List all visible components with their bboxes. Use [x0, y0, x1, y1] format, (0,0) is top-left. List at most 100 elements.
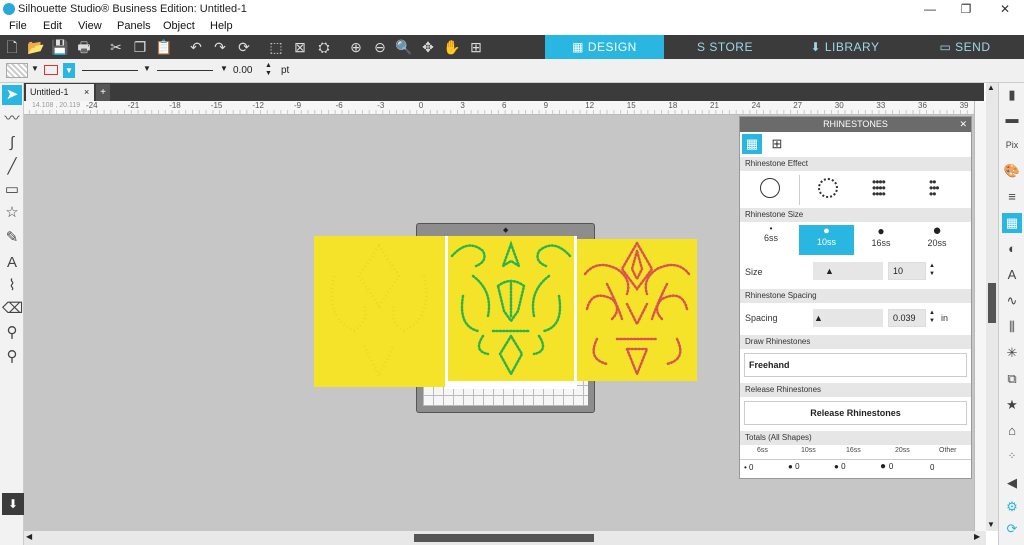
curve-tool-icon[interactable]: ∫ [2, 133, 22, 153]
size-spinner-icon[interactable]: ▲ ▼ [929, 262, 935, 278]
scroll-right-icon[interactable]: ▶ [974, 532, 980, 541]
open-folder-icon[interactable]: 📂 [26, 37, 46, 57]
redo-icon[interactable]: ↷ [210, 37, 230, 57]
zoom-out-icon[interactable]: ⊖ [370, 37, 390, 57]
line-style-dropdown-icon[interactable]: ▼ [143, 64, 151, 73]
paste-icon[interactable]: 📋 [154, 37, 174, 57]
line-weight-dropdown-icon[interactable]: ▼ [220, 64, 228, 73]
panel-close-icon[interactable]: ✕ [959, 117, 967, 132]
rhinestone-dots-icon[interactable]: ⁘ [1002, 447, 1022, 467]
page-setup-icon[interactable]: ▮ [1002, 85, 1022, 105]
scroll-left-icon[interactable]: ◀ [26, 532, 32, 541]
library-panel-toggle-icon[interactable]: ⬇ [2, 493, 24, 515]
move-icon[interactable]: ✥ [418, 37, 438, 57]
minimize-button[interactable]: — [922, 2, 938, 16]
edit-points-icon[interactable]: 〰 [2, 109, 22, 129]
eraser-tool-icon[interactable]: ⌫ [2, 299, 23, 319]
line-width-input[interactable]: 0.00 [233, 63, 263, 79]
spacing-spinner-icon[interactable]: ▲ ▼ [929, 309, 935, 325]
menu-panels[interactable]: Panels [117, 20, 151, 32]
select-by-color-icon[interactable]: ⛭ [314, 37, 334, 57]
scroll-down-icon[interactable]: ▼ [987, 520, 995, 529]
design-tile-center[interactable] [448, 236, 574, 381]
scroll-up-icon[interactable]: ▲ [987, 83, 995, 92]
freehand-button[interactable]: Freehand [744, 353, 967, 377]
vertical-scroll-thumb[interactable] [988, 283, 996, 323]
rectangle-tool-icon[interactable]: ▭ [2, 180, 22, 200]
fill-color-icon[interactable]: ▬ [1002, 109, 1022, 129]
line-color-swatch[interactable] [44, 65, 58, 75]
select-all-icon[interactable]: ⬚ [266, 37, 286, 57]
trace-icon[interactable]: ⌂ [1002, 421, 1022, 441]
line-width-spinner-icon[interactable]: ▲ ▼ [265, 62, 272, 78]
document-tab-close-icon[interactable]: × [84, 84, 89, 101]
fill-pattern-icon[interactable]: 🎨 [1002, 161, 1022, 181]
effect-none-icon[interactable] [760, 178, 780, 198]
rhinestone-icon[interactable]: ▦ [1002, 213, 1022, 233]
spacing-input[interactable]: 0.039 [888, 309, 926, 327]
replicate-icon[interactable]: ⧉ [1002, 369, 1022, 389]
sketch-icon[interactable]: ∿ [1002, 291, 1022, 311]
size-20ss-option[interactable]: ● 20ss [916, 223, 958, 254]
deselect-icon[interactable]: ⊠ [290, 37, 310, 57]
design-tile-right[interactable] [577, 239, 697, 381]
undo-icon[interactable]: ↶ [186, 37, 206, 57]
document-tab[interactable]: Untitled-1 × [26, 84, 94, 101]
favorites-star-icon[interactable]: ★ [1002, 395, 1022, 415]
text-style-icon[interactable]: A [1002, 265, 1022, 285]
size-slider[interactable]: ▲ [813, 262, 883, 280]
add-document-button[interactable]: + [96, 84, 110, 101]
transform-icon[interactable]: ✳ [1002, 343, 1022, 363]
maximize-button[interactable]: ❐ [958, 2, 974, 16]
select-tool-icon[interactable]: ➤ [2, 85, 22, 105]
size-10ss-option[interactable]: ● 10ss [799, 225, 854, 255]
spacing-slider[interactable]: ▲ [813, 309, 883, 327]
line-color-dropdown-icon[interactable]: ▼ [63, 63, 75, 78]
settings-gear-icon[interactable]: ⚙ [1002, 497, 1022, 517]
pan-hand-icon[interactable]: ✋ [442, 37, 462, 57]
fill-pattern-swatch[interactable] [6, 63, 28, 78]
effect-scatter-fill-icon[interactable]: •• ••• •• [929, 176, 940, 200]
effect-grid-fill-icon[interactable]: •••• •••• •••• [872, 176, 886, 200]
star-tool-icon[interactable]: ☆ [2, 203, 22, 223]
vertical-scrollbar[interactable]: ▲ ▼ [986, 83, 998, 531]
new-document-icon[interactable]: 🗋 [2, 37, 22, 57]
collapse-arrow-icon[interactable]: ◀ [1002, 473, 1022, 493]
cut-icon[interactable]: ✂ [106, 37, 126, 57]
size-input[interactable]: 10 [888, 262, 926, 280]
zoom-select-icon[interactable]: 🔍 [394, 37, 414, 57]
tab-design[interactable]: ▦ DESIGN [545, 35, 664, 59]
effect-outline-icon[interactable] [818, 178, 838, 198]
line-style-preview[interactable] [82, 70, 138, 71]
pixscan-icon[interactable]: Pix [1002, 135, 1022, 155]
zoom-in-icon[interactable]: ⊕ [346, 37, 366, 57]
horizontal-scrollbar[interactable]: ◀ ▶ [24, 531, 986, 545]
tab-library[interactable]: ⬇ LIBRARY [786, 35, 904, 59]
menu-file[interactable]: File [9, 20, 27, 32]
line-tool-icon[interactable]: ╱ [2, 157, 22, 177]
rhinestone-tab-icon[interactable]: ▦ [742, 134, 762, 154]
size-6ss-option[interactable]: • 6ss [750, 224, 792, 254]
redraw-icon[interactable]: ⟳ [234, 37, 254, 57]
horizontal-scroll-thumb[interactable] [414, 534, 594, 542]
copy-icon[interactable]: ❐ [130, 37, 150, 57]
line-style-icon[interactable]: ≡ [1002, 187, 1022, 207]
eyedropper-tool-icon[interactable]: ⚲ [2, 323, 22, 343]
save-icon[interactable]: 💾 [50, 37, 70, 57]
menu-edit[interactable]: Edit [43, 20, 62, 32]
rhinestone-library-tab-icon[interactable]: ⊞ [767, 134, 787, 154]
spacing-slider-thumb-icon[interactable]: ▲ [814, 313, 823, 323]
knife-tool-icon[interactable]: ⌇ [2, 276, 22, 296]
fit-page-icon[interactable]: ⊞ [466, 37, 486, 57]
tab-send[interactable]: ▭ SEND [906, 35, 1024, 59]
refresh-icon[interactable]: ⟳ [1002, 519, 1022, 539]
release-rhinestones-button[interactable]: Release Rhinestones [744, 401, 967, 425]
align-icon[interactable]: ⫼ [1002, 317, 1022, 337]
menu-help[interactable]: Help [210, 20, 233, 32]
dropper-alt-tool-icon[interactable]: ⚲ [2, 347, 22, 367]
menu-view[interactable]: View [78, 20, 102, 32]
pencil-tool-icon[interactable]: ✎ [2, 228, 22, 248]
line-weight-preview[interactable] [157, 70, 213, 71]
contrast-icon[interactable]: ◐ [1002, 239, 1022, 259]
size-slider-thumb-icon[interactable]: ▲ [825, 266, 834, 276]
